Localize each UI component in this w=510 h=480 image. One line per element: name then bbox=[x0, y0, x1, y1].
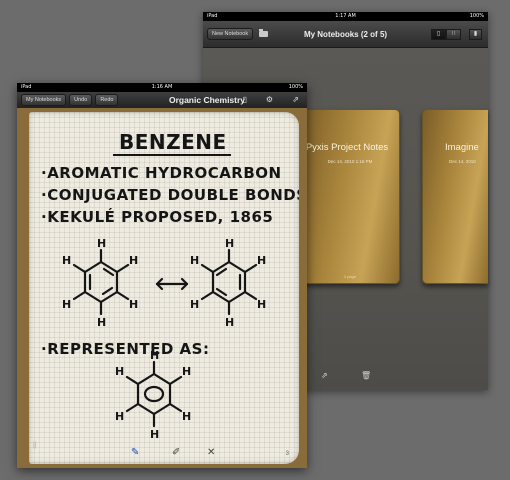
folder-icon[interactable] bbox=[259, 29, 269, 37]
hydrogen-label: H bbox=[182, 410, 191, 423]
notebook-page-count: 1 page bbox=[343, 274, 357, 279]
nav-bar: My Notebooks Undo Redo Organic Chemistry… bbox=[17, 92, 307, 108]
trash-icon[interactable]: 🗑 bbox=[361, 371, 371, 380]
hydrogen-label: H bbox=[97, 237, 106, 250]
hydrogen-label: H bbox=[225, 237, 234, 250]
status-bar: iPad 1:16 AM 100% bbox=[17, 83, 307, 92]
battery-label: 100% bbox=[288, 84, 303, 90]
hydrogen-label: H bbox=[182, 365, 191, 378]
nav-bar: New Notebook My Notebooks (2 of 5) ▯ ∷ ▮ bbox=[203, 21, 488, 48]
clock: 1:17 AM bbox=[335, 13, 356, 19]
notebook-title: Pyxis Project Notes bbox=[305, 142, 389, 153]
hydrogen-label: H bbox=[115, 410, 124, 423]
clock: 1:16 AM bbox=[151, 84, 173, 90]
share-icon[interactable]: ⇗ bbox=[321, 371, 328, 380]
new-notebook-button[interactable]: New Notebook bbox=[207, 28, 254, 40]
hydrogen-label: H bbox=[150, 428, 159, 441]
hydrogen-label: H bbox=[62, 298, 71, 311]
gear-icon[interactable]: ⚙ bbox=[266, 95, 273, 104]
hydrogen-label: H bbox=[62, 254, 71, 267]
hydrogen-label: H bbox=[190, 254, 199, 267]
aromatic-circle bbox=[143, 385, 165, 403]
view-mode-toggle[interactable]: ▯ ∷ bbox=[431, 29, 461, 40]
benzene-drawings: H H H H H H H H H H H H H H H H H H bbox=[62, 237, 266, 441]
note-page[interactable]: BENZENE ·AROMATIC HYDROCARBON ·CONJUGATE… bbox=[29, 112, 299, 464]
hydrogen-label: H bbox=[150, 349, 159, 362]
pen-tool-icon[interactable]: ✎ bbox=[131, 447, 139, 458]
notebook-date: Dec 14, 2010 1:16 PM bbox=[327, 159, 373, 164]
eraser-close-icon[interactable]: ✕ bbox=[207, 447, 215, 458]
notebook-editor-screen: iPad 1:16 AM 100% My Notebooks Undo Redo… bbox=[17, 83, 307, 468]
notebook-cover-imagine[interactable]: Imagine Dec 14, 2010 bbox=[422, 109, 488, 284]
redo-button[interactable]: Redo bbox=[95, 94, 119, 106]
page-edge-icon: || bbox=[33, 442, 37, 449]
hydrogen-label: H bbox=[115, 365, 124, 378]
notebook-cover: BENZENE ·AROMATIC HYDROCARBON ·CONJUGATE… bbox=[17, 108, 307, 468]
notebook-date: Dec 14, 2010 bbox=[449, 159, 476, 164]
hydrogen-label: H bbox=[97, 316, 106, 329]
hydrogen-label: H bbox=[257, 298, 266, 311]
hydrogen-label: H bbox=[129, 298, 138, 311]
my-notebooks-button[interactable]: My Notebooks bbox=[21, 94, 67, 106]
pencil-tool-icon[interactable]: ✐ bbox=[172, 447, 180, 458]
hydrogen-label: H bbox=[190, 298, 199, 311]
single-view-icon[interactable]: ▯ bbox=[431, 29, 446, 40]
hydrogen-label: H bbox=[257, 254, 266, 267]
share-icon[interactable]: ⇗ bbox=[292, 95, 299, 104]
info-icon[interactable]: ▮ bbox=[469, 29, 482, 40]
notebook-title: Imagine bbox=[445, 142, 479, 153]
hydrogen-label: H bbox=[225, 316, 234, 329]
grid-view-icon[interactable]: ∷ bbox=[446, 29, 461, 40]
benzene-ring bbox=[136, 372, 172, 416]
page-icon[interactable]: ▯ bbox=[243, 95, 247, 104]
double-bond bbox=[101, 286, 114, 296]
notebook-cover-pyxis[interactable]: Pyxis Project Notes Dec 14, 2010 1:16 PM… bbox=[300, 109, 400, 284]
undo-button[interactable]: Undo bbox=[69, 94, 93, 106]
page-title: Organic Chemistry bbox=[168, 95, 246, 105]
hydrogen-label: H bbox=[129, 254, 138, 267]
battery-label: 100% bbox=[469, 13, 484, 19]
status-bar: iPad 1:17 AM 100% bbox=[203, 12, 488, 21]
page-number: 3 bbox=[285, 451, 289, 457]
